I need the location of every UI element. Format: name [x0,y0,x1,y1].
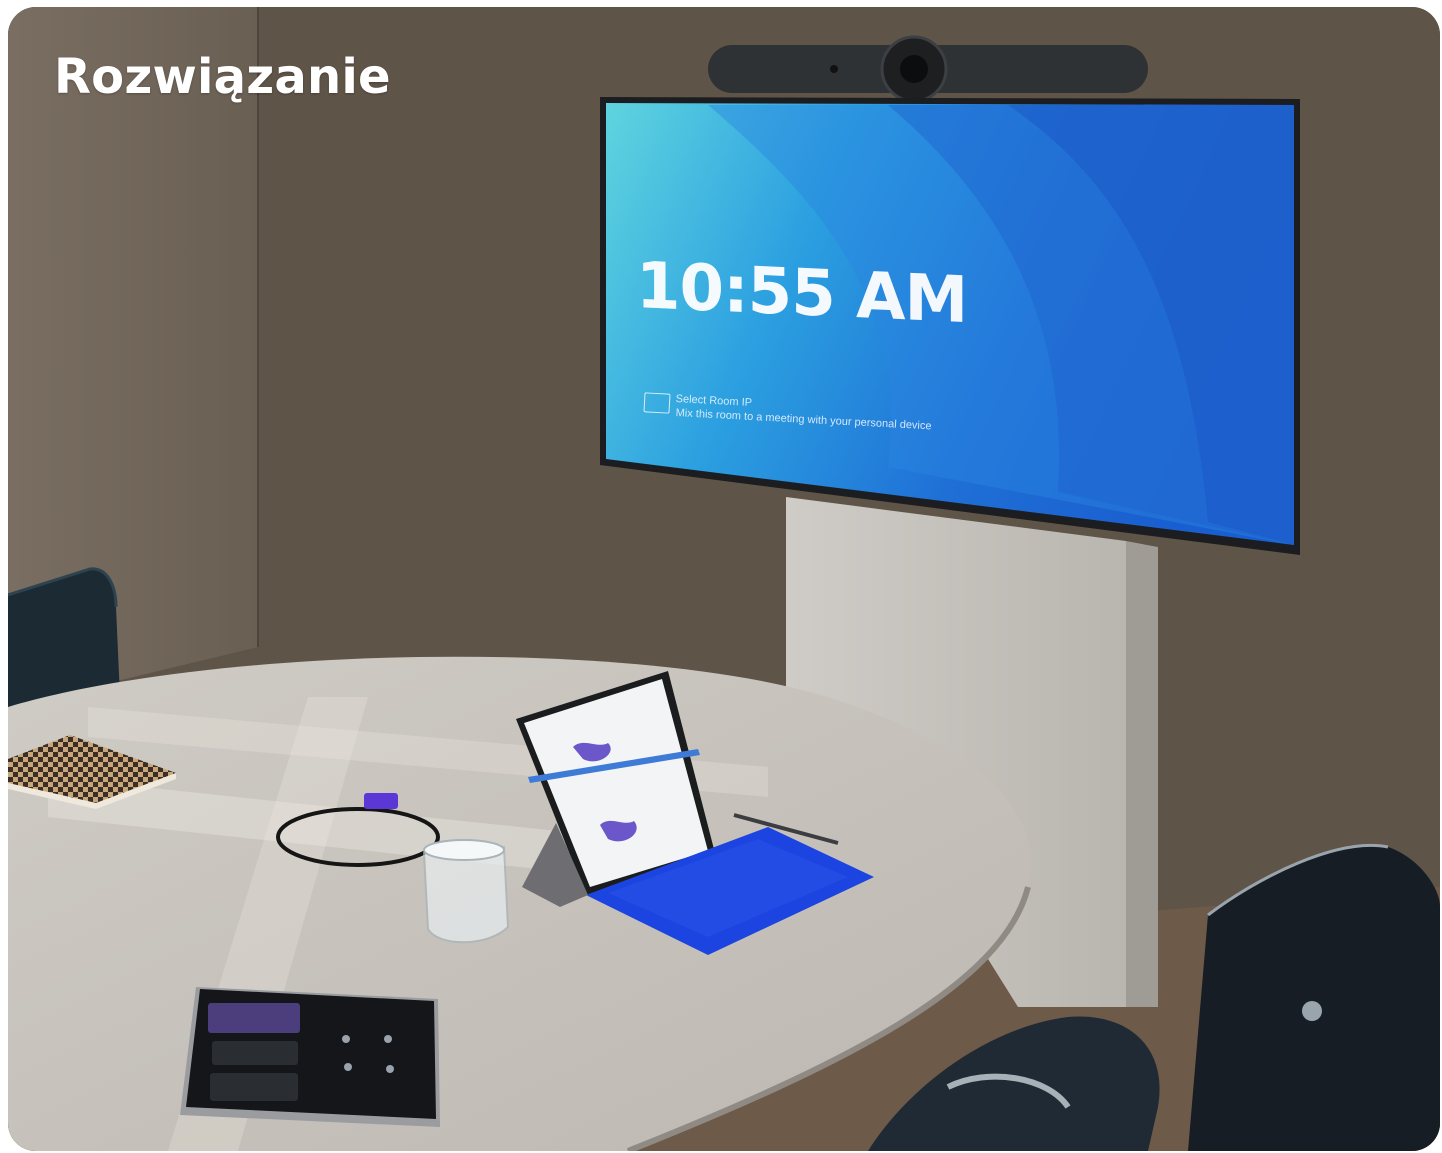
photo-frame: 10:55 AM Select Room IP Mix this room to… [8,7,1440,1151]
video-bar-camera-icon [708,35,1148,103]
conference-room-scene [8,7,1440,1151]
cast-screen-icon [643,392,671,414]
display-clock: 10:55 AM [636,249,968,339]
room-touch-controller [180,987,440,1127]
water-glass [422,839,510,944]
section-heading: Rozwiązanie [54,49,391,105]
